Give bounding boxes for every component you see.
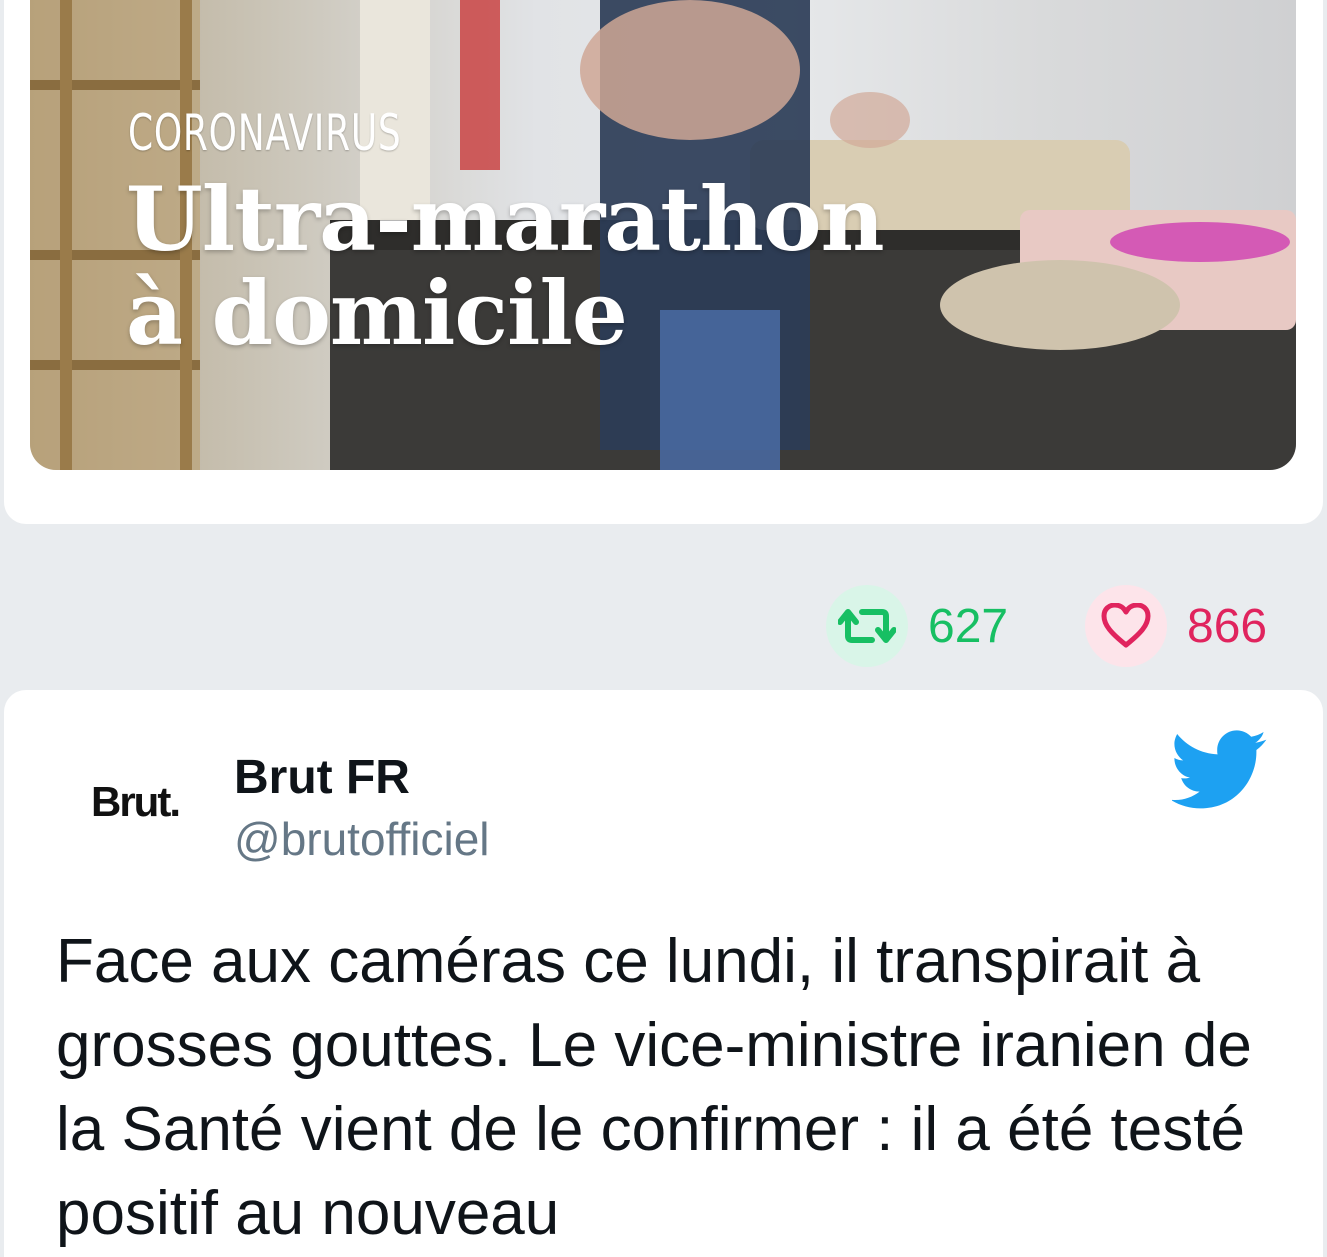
tweet-actions: 627 866 [0,560,1327,690]
like-button[interactable]: 866 [1085,584,1267,668]
video-title-line-1: Ultra-marathon [126,167,885,271]
video-thumbnail[interactable]: CORONAVIRUS Ultra-marathon à domicile [30,0,1296,470]
video-kicker: CORONAVIRUS [128,104,402,162]
avatar[interactable]: Brut. [76,752,194,852]
twitter-bird-icon[interactable] [1170,730,1268,815]
tweet-text: Face aux caméras ce lundi, il transpirai… [56,927,1252,1248]
video-title: Ultra-marathon à domicile [126,167,885,365]
retweet-icon[interactable] [826,585,908,667]
retweet-count: 627 [928,599,1009,653]
like-count: 866 [1187,599,1268,653]
author-handle[interactable]: @brutofficiel [234,812,490,866]
author-display-name[interactable]: Brut FR [234,750,410,805]
video-title-line-2: à domicile [126,261,628,365]
retweet-button[interactable]: 627 [826,584,1008,668]
page: CORONAVIRUS Ultra-marathon à domicile 62… [0,0,1327,1257]
heart-icon[interactable] [1085,585,1167,667]
